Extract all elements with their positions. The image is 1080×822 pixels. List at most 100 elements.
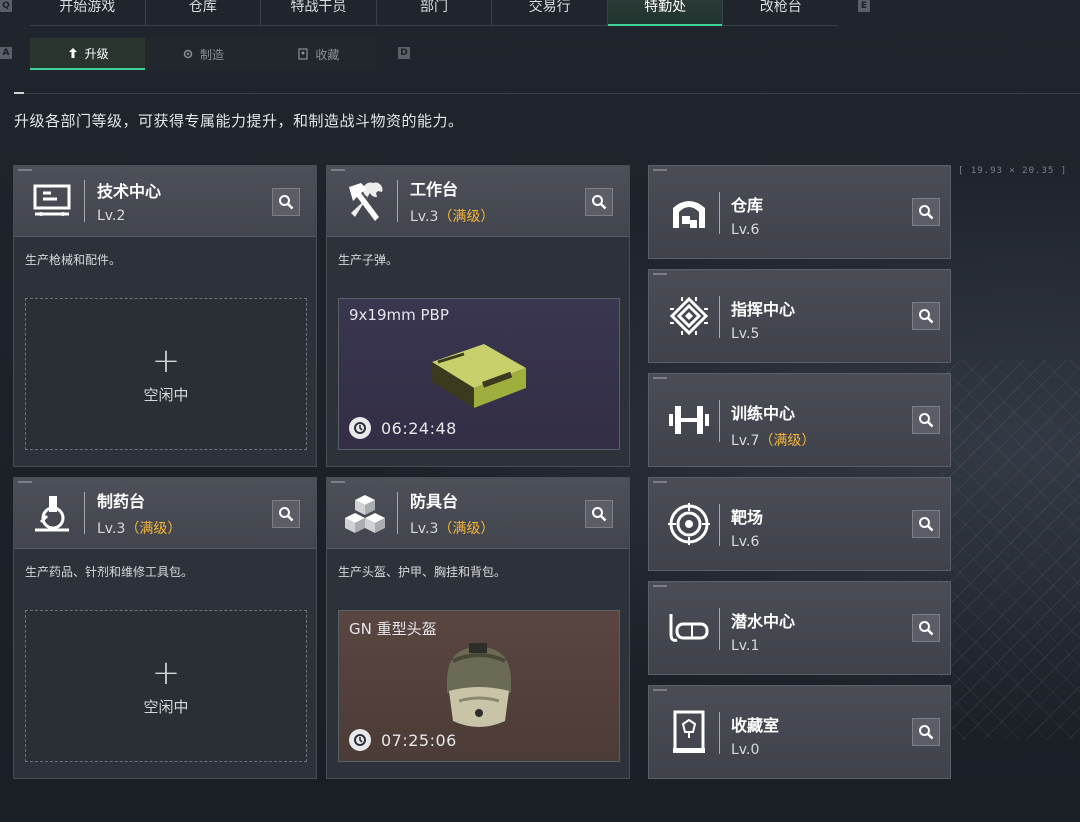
search-button[interactable] bbox=[272, 500, 300, 528]
subtab-upgrade[interactable]: 升级 bbox=[30, 38, 146, 70]
card-header: 技术中心 Lv.2 bbox=[14, 166, 316, 237]
search-icon bbox=[592, 195, 607, 210]
level-value: Lv.7 bbox=[731, 433, 760, 449]
search-icon bbox=[279, 507, 294, 522]
timer-icon bbox=[349, 729, 371, 751]
cubes-icon bbox=[337, 485, 393, 541]
card-tag bbox=[18, 481, 32, 483]
upgrade-icon bbox=[68, 48, 77, 58]
card-level: Lv.0 bbox=[731, 742, 779, 758]
card-level: Lv.5 bbox=[731, 326, 795, 342]
level-value: Lv.3 bbox=[97, 521, 126, 537]
key-hint-left: Q bbox=[0, 0, 12, 12]
search-icon bbox=[919, 725, 934, 740]
max-level-tag: （满级） bbox=[438, 209, 495, 225]
plus-icon: + bbox=[151, 340, 181, 381]
dept-card-warehouse[interactable]: 仓库 Lv.6 bbox=[648, 165, 951, 259]
monitor-icon bbox=[24, 173, 80, 229]
card-level: Lv.3（满级） bbox=[97, 518, 181, 538]
idle-slot[interactable]: + 空闲中 bbox=[25, 610, 307, 762]
header-separator bbox=[719, 400, 720, 442]
search-icon bbox=[592, 507, 607, 522]
idle-slot[interactable]: + 空闲中 bbox=[25, 298, 307, 450]
card-tag bbox=[331, 169, 345, 171]
card-tag bbox=[653, 273, 667, 275]
card-title: 靶场 bbox=[731, 508, 764, 527]
product-name: GN 重型头盔 bbox=[349, 620, 437, 638]
idle-label: 空闲中 bbox=[143, 697, 189, 716]
subtab-upgrade-label: 升级 bbox=[84, 46, 109, 61]
dept-card-command-center[interactable]: 指挥中心 Lv.5 bbox=[648, 269, 951, 363]
subtab-craft[interactable]: 制造 bbox=[145, 38, 260, 70]
coordinate-readout: [ 19.93 × 20.35 ] bbox=[958, 166, 1068, 176]
card-tag bbox=[18, 169, 32, 171]
search-button[interactable] bbox=[912, 510, 940, 538]
card-tag bbox=[653, 585, 667, 587]
dept-card-shooting-range[interactable]: 靶场 Lv.6 bbox=[648, 477, 951, 571]
search-button[interactable] bbox=[912, 406, 940, 434]
card-description: 生产子弹。 bbox=[338, 253, 399, 267]
search-button[interactable] bbox=[912, 302, 940, 330]
card-level: Lv.3（满级） bbox=[410, 206, 494, 226]
production-timer: 07:25:06 bbox=[349, 729, 457, 751]
divider bbox=[14, 93, 1080, 94]
dept-card-armor[interactable]: 防具台 Lv.3（满级） 生产头盔、护甲、胸挂和背包。 GN 重型头盔 07:2… bbox=[326, 477, 630, 779]
header-separator bbox=[719, 608, 720, 650]
plus-icon: + bbox=[151, 652, 181, 693]
dept-card-workbench[interactable]: 工作台 Lv.3（满级） 生产子弹。 9x19mm PBP 06:24:48 bbox=[326, 165, 630, 467]
card-description: 生产头盔、护甲、胸挂和背包。 bbox=[338, 565, 507, 579]
warehouse-icon bbox=[661, 184, 717, 240]
dept-card-training-center[interactable]: 训练中心 Lv.7（满级） bbox=[648, 373, 951, 467]
search-button[interactable] bbox=[585, 500, 613, 528]
max-level-tag: （满级） bbox=[125, 521, 182, 537]
tab-departments[interactable]: 部门 bbox=[375, 0, 492, 25]
tab-start-game[interactable]: 开始游戏 bbox=[30, 0, 145, 25]
subtab-collection-label: 收藏 bbox=[315, 47, 340, 62]
search-button[interactable] bbox=[585, 188, 613, 216]
production-slot[interactable]: GN 重型头盔 07:25:06 bbox=[338, 610, 620, 762]
header-separator bbox=[84, 492, 85, 534]
search-button[interactable] bbox=[272, 188, 300, 216]
subtab-collection[interactable]: 收藏 bbox=[261, 38, 376, 70]
level-value: Lv.2 bbox=[97, 208, 126, 224]
key-hint-sub-left: A bbox=[0, 47, 12, 59]
production-timer: 06:24:48 bbox=[349, 417, 457, 439]
level-value: Lv.6 bbox=[731, 534, 760, 550]
card-title: 收藏室 bbox=[731, 716, 780, 735]
tab-special-ops[interactable]: 特勤处 bbox=[606, 0, 723, 26]
card-title: 技术中心 bbox=[97, 182, 162, 201]
card-tag bbox=[653, 689, 667, 691]
search-button[interactable] bbox=[912, 614, 940, 642]
tab-market[interactable]: 交易行 bbox=[491, 0, 607, 25]
card-tag bbox=[653, 169, 667, 171]
page-description: 升级各部门等级，可获得专属能力提升，和制造战斗物资的能力。 bbox=[14, 112, 464, 130]
header-separator bbox=[84, 180, 85, 222]
card-level: Lv.7（满级） bbox=[731, 430, 815, 450]
level-value: Lv.5 bbox=[731, 326, 760, 342]
card-title: 防具台 bbox=[410, 492, 459, 511]
tab-operators[interactable]: 特战干员 bbox=[260, 0, 376, 25]
search-button[interactable] bbox=[912, 718, 940, 746]
timer-value: 06:24:48 bbox=[381, 418, 457, 438]
dive-mask-icon bbox=[661, 600, 717, 656]
tab-gunsmith[interactable]: 改枪台 bbox=[722, 0, 838, 25]
dept-card-tech-center[interactable]: 技术中心 Lv.2 生产枪械和配件。 + 空闲中 bbox=[13, 165, 317, 467]
production-slot[interactable]: 9x19mm PBP 06:24:48 bbox=[338, 298, 620, 450]
card-header: 工作台 Lv.3（满级） bbox=[327, 166, 629, 237]
card-tag bbox=[653, 377, 667, 379]
product-name: 9x19mm PBP bbox=[349, 306, 449, 324]
tab-warehouse[interactable]: 仓库 bbox=[144, 0, 261, 25]
microscope-icon bbox=[24, 485, 80, 541]
card-description: 生产药品、针剂和维修工具包。 bbox=[25, 565, 194, 579]
dept-card-pharmacy[interactable]: 制药台 Lv.3（满级） 生产药品、针剂和维修工具包。 + 空闲中 bbox=[13, 477, 317, 779]
level-value: Lv.6 bbox=[731, 222, 760, 238]
max-level-tag: （满级） bbox=[759, 433, 816, 449]
target-icon bbox=[661, 496, 717, 552]
search-button[interactable] bbox=[912, 198, 940, 226]
divider-marker bbox=[14, 92, 24, 94]
card-tag bbox=[653, 481, 667, 483]
level-value: Lv.0 bbox=[731, 742, 760, 758]
dept-card-dive-center[interactable]: 潜水中心 Lv.1 bbox=[648, 581, 951, 675]
dept-card-collection-room[interactable]: 收藏室 Lv.0 bbox=[648, 685, 951, 779]
search-icon bbox=[279, 195, 294, 210]
